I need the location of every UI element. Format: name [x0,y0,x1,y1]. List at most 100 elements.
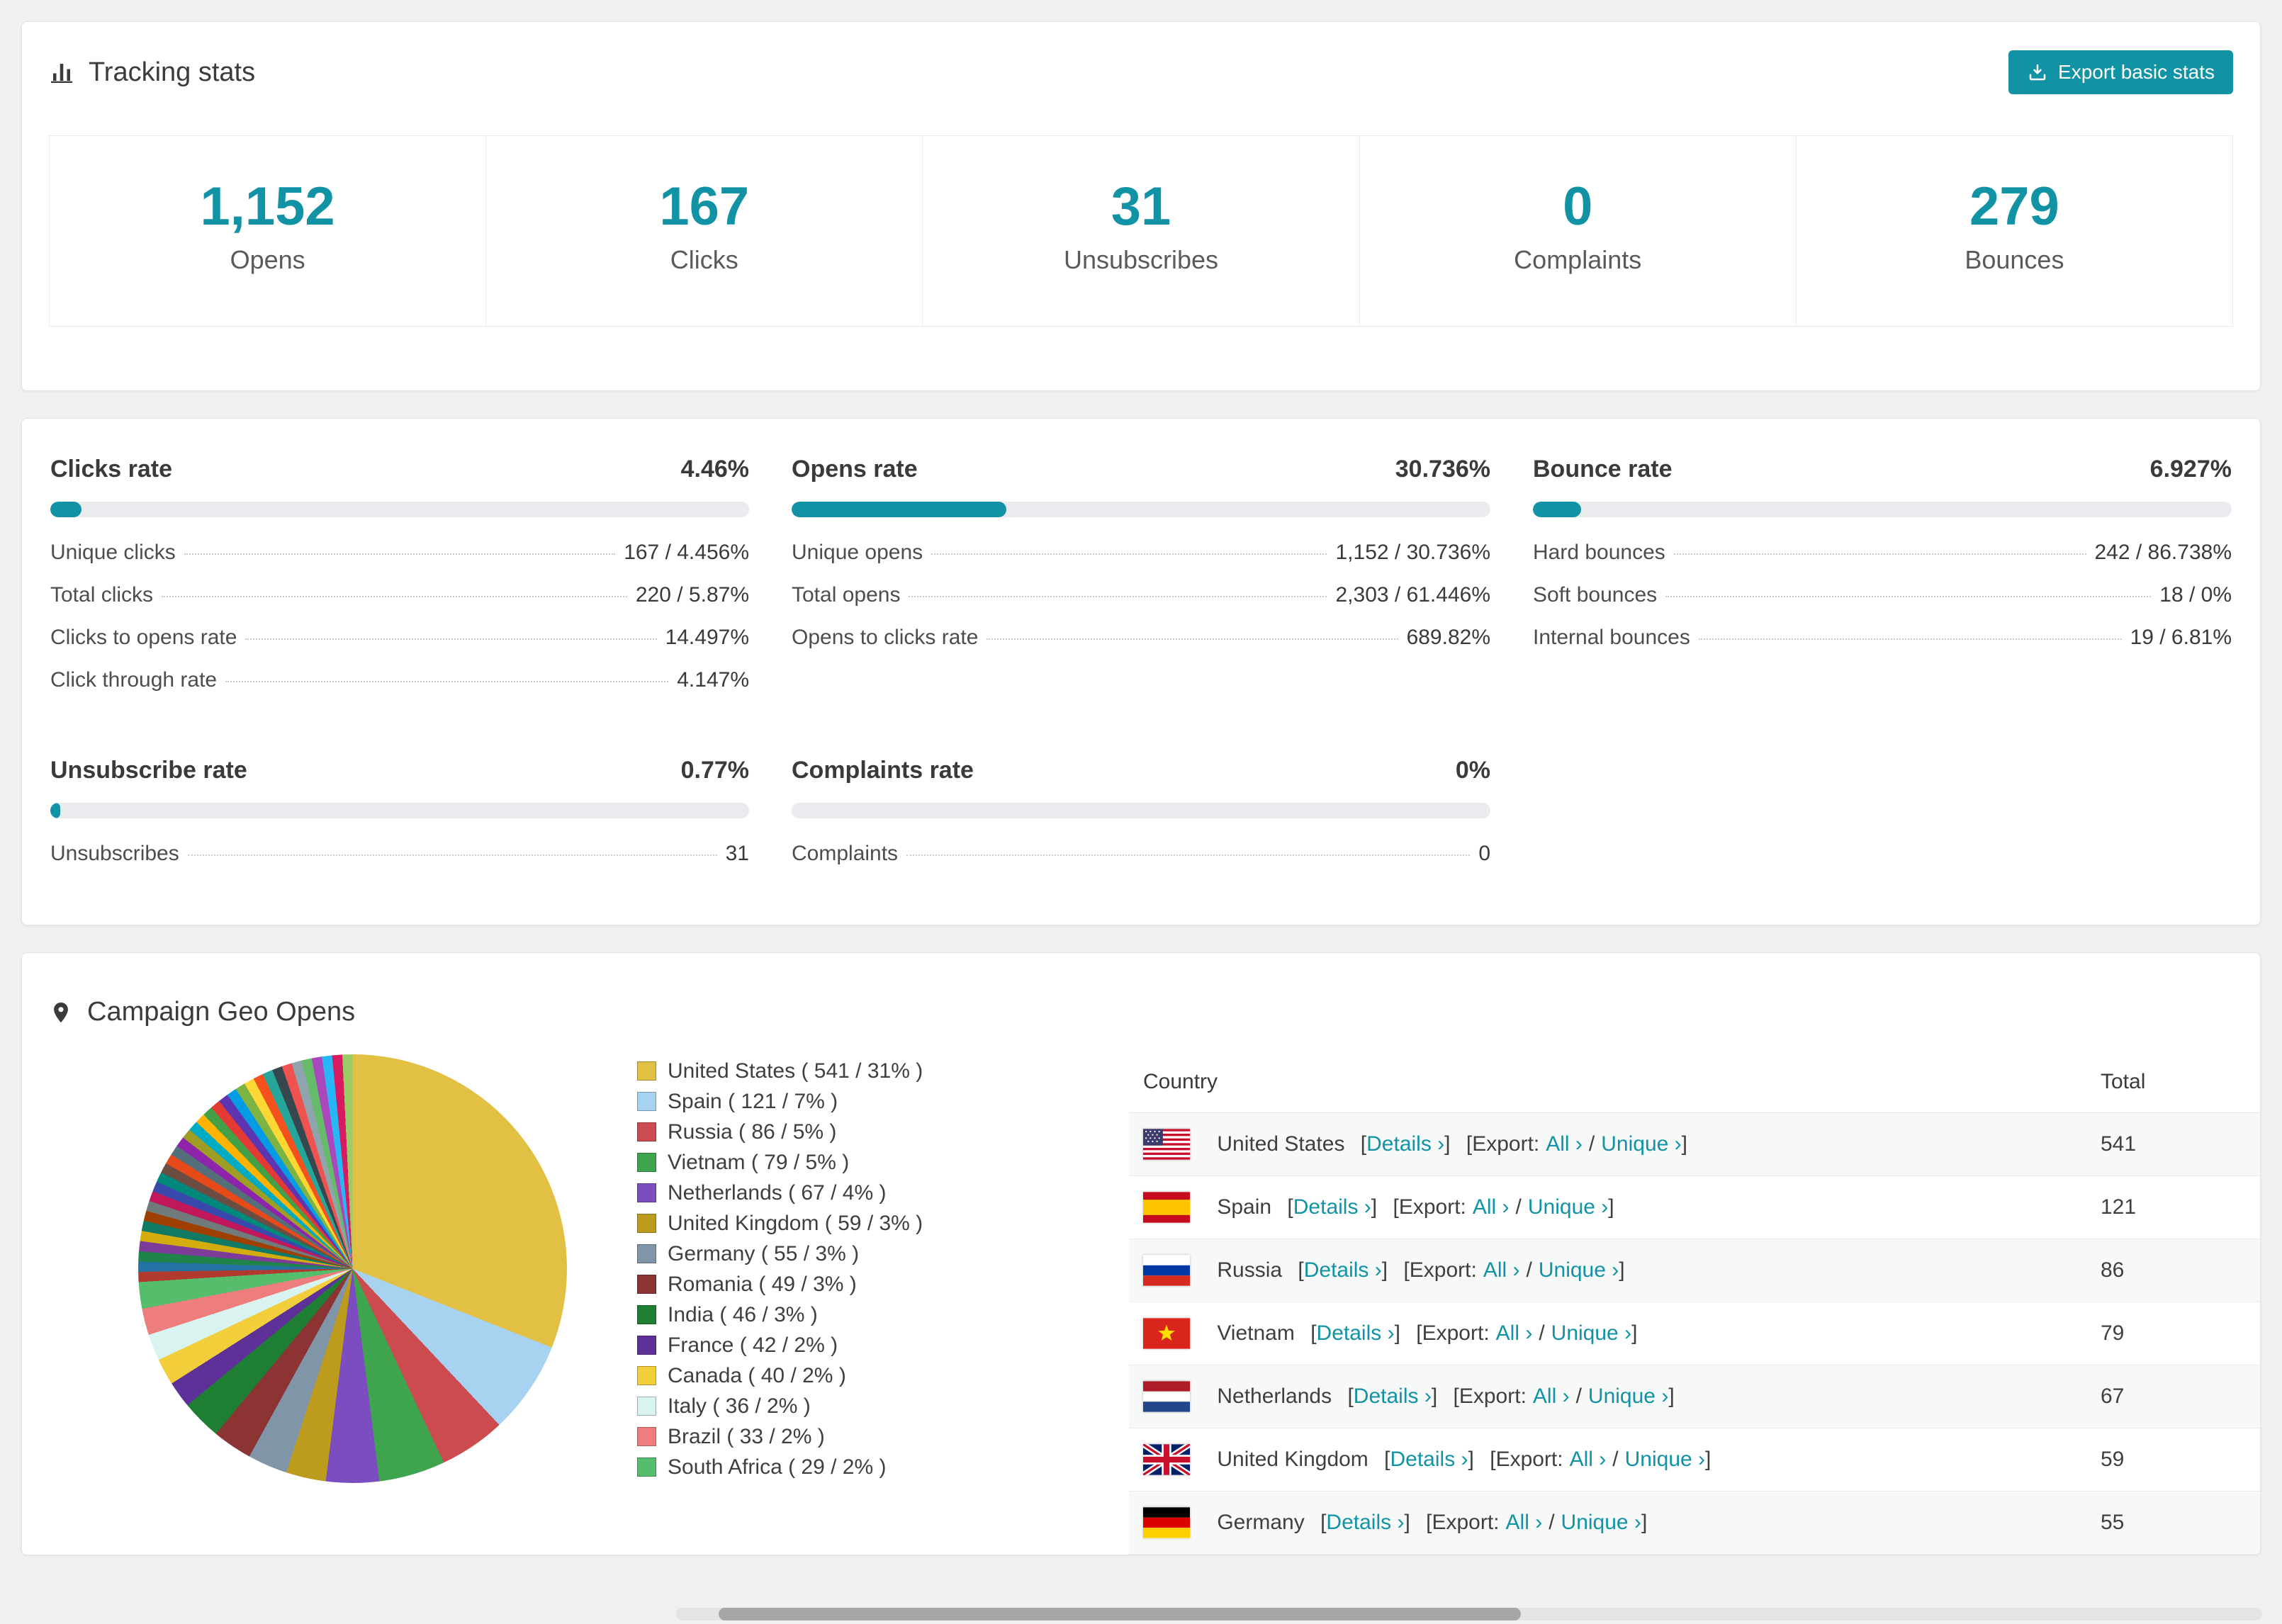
rates-grid: Clicks rate 4.46% Unique clicks 167 / 4.… [50,456,2232,875]
total-cell: 55 [2086,1491,2260,1555]
country-flag-icon [1143,1192,1190,1223]
export-label: Export: [1432,1511,1500,1534]
complaints-rate-rows: Complaints 0 [792,833,1490,875]
rate-row: Unique clicks 167 / 4.456% [50,531,749,574]
bracket: ] [1431,1385,1438,1408]
legend-item[interactable]: Italy ( 36 / 2% ) [637,1391,1129,1421]
stat-box: 0 Complaints [1359,135,1797,327]
geo-table-row: Russia [Details ›] [Export: All › / Unique … [1129,1239,2260,1302]
details-link[interactable]: Details › [1390,1448,1468,1471]
legend-item[interactable]: Brazil ( 33 / 2% ) [637,1421,1129,1452]
legend-item[interactable]: Spain ( 121 / 7% ) [637,1086,1129,1117]
country-name: United States [1217,1132,1345,1156]
geo-table-row: Netherlands [Details ›] [Export: All › / Un… [1129,1365,2260,1428]
legend-item[interactable]: South Africa ( 29 / 2% ) [637,1452,1129,1482]
rate-row-label: Internal bounces [1533,626,1690,649]
total-column-header: Total [2086,1051,2260,1113]
export-basic-stats-button[interactable]: Export basic stats [2008,50,2233,94]
tracking-stats-title: Tracking stats [49,57,255,88]
bracket: ] [1468,1448,1474,1471]
bracket: ] [1371,1195,1378,1219]
rate-row: Total clicks 220 / 5.87% [50,574,749,616]
legend-item[interactable]: Canada ( 40 / 2% ) [637,1360,1129,1391]
export-all-link[interactable]: All › [1546,1132,1583,1156]
export-unique-link[interactable]: Unique › [1528,1195,1608,1219]
legend-item[interactable]: Netherlands ( 67 / 4% ) [637,1178,1129,1208]
rate-row-value: 689.82% [1406,626,1490,649]
rate-row: Opens to clicks rate 689.82% [792,616,1490,659]
unsubscribe-rate-value: 0.77% [680,757,749,784]
details-link[interactable]: Details › [1326,1511,1404,1534]
export-unique-link[interactable]: Unique › [1561,1511,1641,1534]
country-column-header: Country [1129,1051,2086,1113]
legend-label: United States ( 541 / 31% ) [668,1059,923,1083]
stat-value: 31 [1111,176,1171,237]
legend-item[interactable]: United Kingdom ( 59 / 3% ) [637,1208,1129,1239]
export-unique-link[interactable]: Unique › [1551,1321,1631,1345]
rate-row: Unsubscribes 31 [50,833,749,875]
export-unique-link[interactable]: Unique › [1601,1132,1681,1156]
total-cell: 67 [2086,1365,2260,1428]
legend-item[interactable]: Germany ( 55 / 3% ) [637,1239,1129,1269]
opens-rate-value: 30.736% [1395,456,1490,483]
legend-item[interactable]: Russia ( 86 / 5% ) [637,1117,1129,1147]
bar-chart-icon [49,60,74,85]
legend-item[interactable]: Romania ( 49 / 3% ) [637,1269,1129,1299]
bracket: [ [1360,1132,1367,1156]
slash: / [1539,1321,1545,1345]
rate-row-value: 0 [1478,842,1490,865]
export-all-link[interactable]: All › [1496,1321,1533,1345]
unsubscribe-rate-title: Unsubscribe rate [50,757,247,784]
export-label: Export: [1472,1132,1540,1156]
stat-label: Complaints [1514,245,1642,274]
country-cell: United Kingdom [Details ›] [Export: All ›… [1129,1428,2086,1492]
dotted-leader [909,596,1327,597]
details-link[interactable]: Details › [1366,1132,1444,1156]
clicks-rate-progress [50,502,749,517]
details-link[interactable]: Details › [1304,1258,1382,1282]
legend-item[interactable]: India ( 46 / 3% ) [637,1299,1129,1330]
export-all-link[interactable]: All › [1533,1385,1570,1408]
stat-box: 167 Clicks [485,135,923,327]
legend-item[interactable]: Vietnam ( 79 / 5% ) [637,1147,1129,1178]
rate-row-label: Opens to clicks rate [792,626,979,649]
bracket: ] [1641,1511,1648,1534]
details-link[interactable]: Details › [1293,1195,1371,1219]
legend-item[interactable]: France ( 42 / 2% ) [637,1330,1129,1360]
legend-label: India ( 46 / 3% ) [668,1303,818,1326]
geo-opens-pie-chart[interactable] [138,1054,567,1483]
export-all-link[interactable]: All › [1483,1258,1520,1282]
export-all-link[interactable]: All › [1506,1511,1543,1534]
opens-rate-progress [792,502,1490,517]
dotted-leader [162,596,627,597]
horizontal-scrollbar-thumb[interactable] [719,1608,1521,1620]
export-unique-link[interactable]: Unique › [1588,1385,1668,1408]
country-name: Vietnam [1217,1321,1295,1345]
bracket: [ [1466,1132,1473,1156]
bracket: [ [1403,1258,1410,1282]
details-link[interactable]: Details › [1354,1385,1432,1408]
country-cell: Germany [Details ›] [Export: All › / Unique… [1129,1491,2086,1555]
export-all-link[interactable]: All › [1570,1448,1607,1471]
legend-swatch [637,1427,656,1446]
bracket: [ [1298,1258,1304,1282]
bracket: ] [1404,1511,1410,1534]
unsubscribe-rate-panel: Unsubscribe rate 0.77% Unsubscribes 31 [50,757,749,875]
bracket: ] [1619,1258,1625,1282]
export-unique-link[interactable]: Unique › [1539,1258,1619,1282]
bracket: ] [1681,1132,1688,1156]
details-link[interactable]: Details › [1317,1321,1395,1345]
legend-item[interactable]: United States ( 541 / 31% ) [637,1056,1129,1086]
clicks-rate-progress-fill [50,502,82,517]
slash: / [1575,1385,1582,1408]
export-unique-link[interactable]: Unique › [1625,1448,1705,1471]
pie-legend: United States ( 541 / 31% ) Spain ( 121 … [637,1056,1129,1482]
export-all-link[interactable]: All › [1473,1195,1510,1219]
dotted-leader [1698,638,2122,640]
bracket: [ [1287,1195,1293,1219]
export-label: Export: [1409,1258,1477,1282]
bounce-rate-value: 6.927% [2149,456,2232,483]
stat-label: Clicks [670,245,738,274]
map-pin-icon [49,1000,73,1025]
geo-table-header-row: Country Total [1129,1051,2260,1113]
